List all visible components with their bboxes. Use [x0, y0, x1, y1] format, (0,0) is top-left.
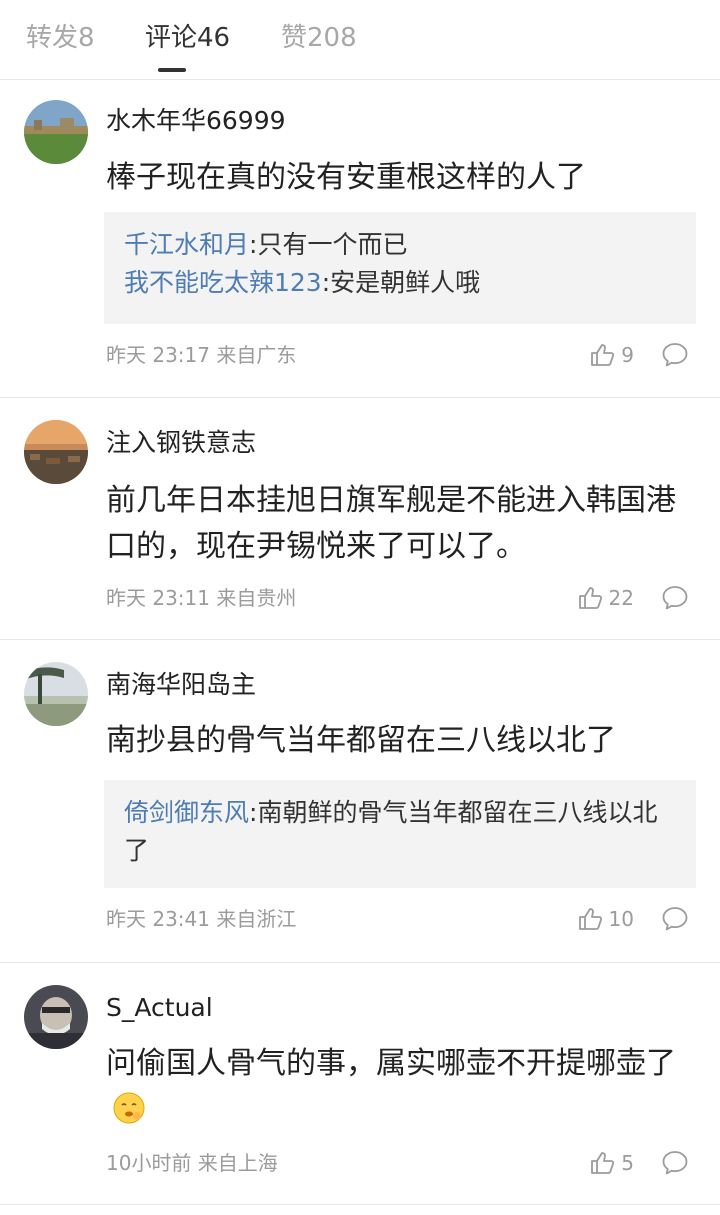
reply-author[interactable]: 千江水和月 — [124, 230, 249, 259]
tab-comments[interactable]: 评论46 — [145, 18, 230, 58]
like-count: 9 — [621, 343, 634, 367]
comment-text: 问偷国人骨气的事，属实哪壶不开提哪壶了 — [106, 1041, 696, 1133]
comment-item: 注入钢铁意志 前几年日本挂旭日旗军舰是不能进入韩国港口的，现在尹锡悦来了可以了。… — [0, 398, 720, 640]
active-tab-indicator — [158, 68, 186, 72]
reply-preview[interactable]: 倚剑御东风:南朝鲜的骨气当年都留在三八线以北了 — [104, 780, 696, 888]
username[interactable]: 水木年华66999 — [106, 104, 286, 138]
comment-bubble-icon[interactable] — [660, 904, 690, 934]
comment-text: 前几年日本挂旭日旗军舰是不能进入韩国港口的，现在尹锡悦来了可以了。 — [106, 483, 676, 564]
reply-preview[interactable]: 千江水和月:只有一个而已 我不能吃太辣123:安是朝鲜人哦 — [104, 212, 696, 324]
tab-likes[interactable]: 赞208 — [281, 18, 357, 58]
face-emoji-icon — [113, 1092, 145, 1124]
tab-bar: 转发8 评论46 赞208 — [0, 0, 720, 80]
like-count: 22 — [608, 586, 634, 610]
reply-author[interactable]: 我不能吃太辣123 — [124, 268, 322, 297]
comment-meta: 昨天 23:17 来自广东 — [106, 343, 297, 367]
username[interactable]: 南海华阳岛主 — [106, 668, 256, 702]
like-button[interactable]: 10 — [577, 904, 634, 934]
like-button[interactable]: 5 — [589, 1148, 634, 1178]
comment-bubble-icon[interactable] — [660, 1148, 690, 1178]
reply-author[interactable]: 倚剑御东风 — [124, 798, 249, 827]
thumbs-up-icon — [578, 908, 602, 930]
avatar[interactable] — [24, 100, 88, 164]
comment-bubble-icon[interactable] — [660, 583, 690, 613]
reply-line: 倚剑御东风:南朝鲜的骨气当年都留在三八线以北了 — [124, 794, 676, 870]
comment-text: 棒子现在真的没有安重根这样的人了 — [106, 160, 586, 195]
like-button[interactable]: 9 — [589, 340, 634, 370]
like-button[interactable]: 22 — [577, 583, 634, 613]
avatar[interactable] — [24, 662, 88, 726]
like-count: 5 — [621, 1151, 634, 1175]
thumbs-up-icon — [591, 1152, 615, 1174]
comment-text-body: 问偷国人骨气的事，属实哪壶不开提哪壶了 — [106, 1046, 676, 1081]
avatar[interactable] — [24, 420, 88, 484]
comment-item: 水木年华66999 棒子现在真的没有安重根这样的人了 千江水和月:只有一个而已 … — [0, 80, 720, 398]
comment-item: 南海华阳岛主 南抄县的骨气当年都留在三八线以北了 倚剑御东风:南朝鲜的骨气当年都… — [0, 640, 720, 963]
username[interactable]: S_Actual — [106, 991, 213, 1025]
username[interactable]: 注入钢铁意志 — [106, 426, 256, 460]
comment-bubble-icon[interactable] — [660, 340, 690, 370]
comment-text: 南抄县的骨气当年都留在三八线以北了 — [106, 723, 616, 758]
avatar[interactable] — [24, 985, 88, 1049]
reply-text: :只有一个而已 — [249, 230, 408, 259]
like-count: 10 — [608, 907, 634, 931]
thumbs-up-icon — [591, 344, 615, 366]
comment-meta: 昨天 23:11 来自贵州 — [106, 586, 297, 610]
comment-item: S_Actual 问偷国人骨气的事，属实哪壶不开提哪壶了 10小时前 来自上海 … — [0, 963, 720, 1205]
tab-reposts[interactable]: 转发8 — [26, 18, 95, 58]
reply-line: 千江水和月:只有一个而已 — [124, 226, 676, 264]
comment-meta: 昨天 23:41 来自浙江 — [106, 907, 297, 931]
reply-text: :安是朝鲜人哦 — [321, 268, 481, 297]
comment-meta: 10小时前 来自上海 — [106, 1151, 278, 1175]
reply-line: 我不能吃太辣123:安是朝鲜人哦 — [124, 264, 676, 302]
thumbs-up-icon — [578, 587, 602, 609]
